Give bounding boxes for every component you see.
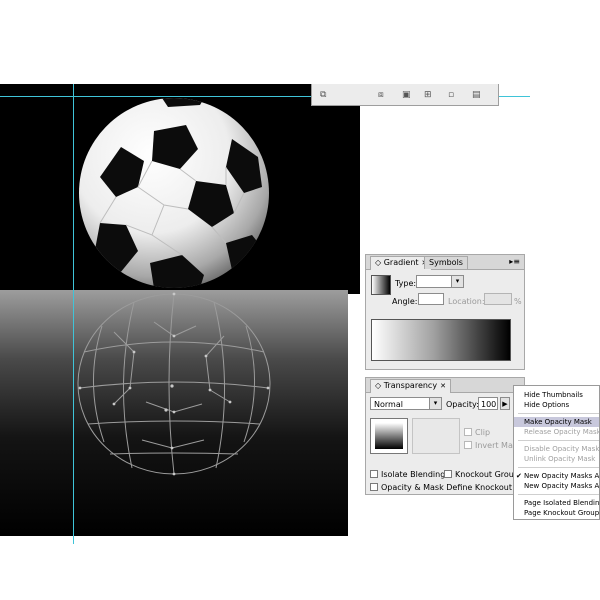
layers-palette-strip: ⧉ ⧈ ▣ ⊞ ▫ ▤ <box>311 84 499 106</box>
trash-icon[interactable]: ▤ <box>472 90 481 100</box>
opacity-label: Opacity: <box>446 400 479 409</box>
chevron-down-icon: ▾ <box>429 398 441 409</box>
menu-item-hide-thumbnails[interactable]: Hide Thumbnails <box>514 390 599 400</box>
knockout-group-label: Knockout Group <box>455 470 519 479</box>
menu-separator <box>518 467 599 468</box>
menu-item-new-masks-clipping[interactable]: ✔New Opacity Masks Are Clipping <box>514 471 599 481</box>
transparency-tab-bar: ◇ Transparency ✕ <box>366 378 524 393</box>
clip-label: Clip <box>475 428 491 437</box>
percent-label: % <box>514 297 522 306</box>
location-label: Location: <box>448 297 485 306</box>
checkmark-icon: ✔ <box>516 472 522 480</box>
make-clipping-mask-icon[interactable]: ⧈ <box>378 90 384 100</box>
clip-checkbox[interactable] <box>464 428 472 436</box>
menu-item-unlink-opacity-mask[interactable]: Unlink Opacity Mask <box>514 454 599 464</box>
gradient-slider-ramp[interactable] <box>371 319 511 361</box>
angle-label: Angle: <box>392 297 418 306</box>
menu-item-page-knockout-group[interactable]: Page Knockout Group <box>514 508 599 518</box>
knockout-group-checkbox[interactable] <box>444 470 452 478</box>
menu-item-release-opacity-mask[interactable]: Release Opacity Mask <box>514 427 599 437</box>
transparency-tab-grip-icon: ◇ <box>375 381 382 390</box>
artwork-thumbnail-image <box>375 423 403 449</box>
soccer-ball[interactable] <box>76 95 272 291</box>
menu-item-disable-opacity-mask[interactable]: Disable Opacity Mask <box>514 444 599 454</box>
wireframe-ball-reflection[interactable] <box>74 292 274 478</box>
menu-item-hide-options[interactable]: Hide Options <box>514 400 599 410</box>
gradient-swatch[interactable] <box>371 275 391 295</box>
opacity-slider-arrow-icon[interactable]: ▶ <box>500 397 510 410</box>
tab-transparency[interactable]: ◇ Transparency ✕ <box>370 379 451 393</box>
gradient-panel: ◇ Gradient✕ Symbols ▸≡ Type: ▾ Angle: Lo… <box>365 254 525 370</box>
angle-input[interactable] <box>418 293 444 305</box>
menu-item-page-isolated-blending[interactable]: Page Isolated Blending <box>514 498 599 508</box>
isolate-blending-label: Isolate Blending <box>381 470 446 479</box>
menu-item-new-masks-inverted[interactable]: New Opacity Masks Are Inverted <box>514 481 599 491</box>
transparency-flyout-menu: Hide Thumbnails Hide Options Make Opacit… <box>513 385 600 520</box>
tab-symbols[interactable]: Symbols <box>424 256 468 269</box>
close-icon[interactable]: ✕ <box>440 382 446 390</box>
chevron-down-icon: ▾ <box>451 276 463 287</box>
gradient-tab-grip-icon: ◇ <box>375 258 382 267</box>
panel-menu-icon[interactable]: ▸≡ <box>509 257 520 266</box>
menu-separator <box>518 494 599 495</box>
menu-separator <box>518 413 599 414</box>
locate-object-icon[interactable]: ⧉ <box>320 90 326 100</box>
menu-item-make-opacity-mask[interactable]: Make Opacity Mask <box>514 417 599 427</box>
menu-separator <box>518 440 599 441</box>
transparency-panel: ◇ Transparency ✕ Normal ▾ Opacity: 100 ▶ … <box>365 377 540 495</box>
type-label: Type: <box>395 279 417 288</box>
artwork-thumbnail[interactable] <box>370 418 408 454</box>
gradient-tab-bar: ◇ Gradient✕ Symbols ▸≡ <box>366 255 524 270</box>
opacity-input[interactable]: 100 <box>478 397 498 410</box>
vertical-guide[interactable] <box>73 84 74 544</box>
isolate-blending-checkbox[interactable] <box>370 470 378 478</box>
blend-mode-dropdown[interactable]: Normal ▾ <box>370 397 442 410</box>
invert-mask-checkbox[interactable] <box>464 441 472 449</box>
new-layer-icon[interactable]: ▫ <box>448 90 454 100</box>
create-new-layer-icon[interactable]: ⊞ <box>424 90 432 100</box>
mask-thumbnail[interactable] <box>412 418 460 454</box>
location-input[interactable] <box>484 293 512 305</box>
gradient-type-dropdown[interactable]: ▾ <box>416 275 464 288</box>
opacity-mask-knockout-checkbox[interactable] <box>370 483 378 491</box>
create-sublayer-icon[interactable]: ▣ <box>402 90 411 100</box>
